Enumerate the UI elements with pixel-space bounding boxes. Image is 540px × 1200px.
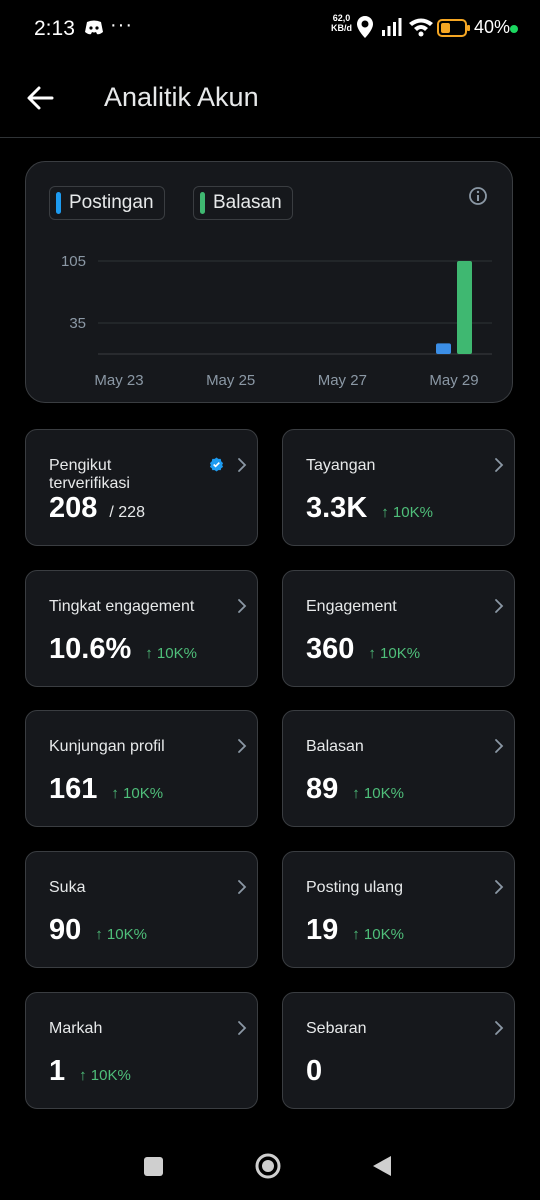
bar-balasan[interactable]	[457, 261, 472, 354]
x-tick-label: May 27	[318, 372, 367, 389]
network-speed: 62,0 KB/d	[331, 13, 352, 33]
stat-card[interactable]: Pengikut terverifikasi 208 / 228	[25, 429, 258, 546]
stat-label: Sebaran	[306, 1020, 367, 1037]
stat-value-row: 10.6% ↑ 10K%	[49, 633, 197, 666]
stat-value: 161	[49, 773, 98, 805]
stat-value-row: 0	[306, 1055, 322, 1088]
back-button[interactable]	[371, 1154, 393, 1178]
home-button[interactable]	[255, 1153, 281, 1179]
stat-value: 208	[49, 492, 98, 524]
stat-delta: ↑ 10K%	[352, 785, 404, 802]
discord-icon	[85, 20, 103, 35]
stat-card[interactable]: Kunjungan profil 161 ↑ 10K%	[25, 710, 258, 827]
chevron-right-icon	[495, 880, 504, 894]
stat-delta: ↑ 10K%	[111, 785, 164, 802]
stat-value: 360	[306, 633, 355, 665]
stat-card[interactable]: Suka 90 ↑ 10K%	[25, 851, 258, 968]
legend-postingan[interactable]: Postingan	[49, 186, 165, 220]
more-notifications-icon: ···	[110, 14, 133, 36]
wifi-icon	[409, 18, 433, 37]
network-speed-value: 62,0	[332, 13, 351, 23]
stat-value-row: 161 ↑ 10K%	[49, 773, 163, 806]
stat-value-row: 1 ↑ 10K%	[49, 1055, 131, 1088]
system-navigation-bar	[0, 1130, 540, 1200]
location-icon	[357, 16, 373, 38]
bar-postingan[interactable]	[436, 343, 451, 354]
stat-value: 19	[306, 914, 339, 946]
legend-label-balasan: Balasan	[213, 192, 282, 213]
battery-percent: 40%	[474, 17, 511, 37]
stat-label: Balasan	[306, 738, 364, 755]
stat-label: Suka	[49, 879, 86, 896]
stat-delta: ↑ 10K%	[95, 926, 147, 943]
app-header: Analitik Akun	[0, 60, 540, 138]
chevron-right-icon	[238, 1021, 247, 1035]
stat-delta: ↑ 10K%	[352, 926, 404, 943]
stat-value: 3.3K	[306, 492, 368, 524]
stat-value-row: 89 ↑ 10K%	[306, 773, 404, 806]
verified-badge-icon	[209, 457, 224, 472]
stat-value-row: 360 ↑ 10K%	[306, 633, 420, 666]
stat-label: Pengikut terverifikasi	[49, 457, 130, 492]
stat-card[interactable]: Markah 1 ↑ 10K%	[25, 992, 258, 1109]
stat-card[interactable]: Balasan 89 ↑ 10K%	[282, 710, 515, 827]
stat-label: Tingkat engagement	[49, 598, 195, 615]
chevron-right-icon	[495, 1021, 504, 1035]
stat-card[interactable]: Posting ulang 19 ↑ 10K%	[282, 851, 515, 968]
stat-value: 89	[306, 773, 339, 805]
stat-delta: ↑ 10K%	[368, 645, 421, 662]
stat-label: Kunjungan profil	[49, 738, 165, 755]
legend-swatch-balasan	[200, 192, 205, 214]
info-icon[interactable]	[468, 186, 488, 206]
stat-card[interactable]: Tingkat engagement 10.6% ↑ 10K%	[25, 570, 258, 687]
y-tick-label: 105	[61, 253, 86, 270]
stat-label: Posting ulang	[306, 879, 403, 896]
status-dot	[510, 25, 518, 33]
stat-delta: ↑ 10K%	[79, 1067, 131, 1084]
stat-value: 0	[306, 1055, 323, 1087]
stat-value-row: 208 / 228	[49, 492, 145, 525]
stat-value: 10.6%	[49, 633, 132, 665]
chevron-right-icon	[238, 599, 247, 613]
stat-label: Engagement	[306, 598, 397, 615]
stat-value-row: 3.3K ↑ 10K%	[306, 492, 433, 525]
battery-icon	[437, 19, 470, 37]
network-speed-unit: KB/d	[331, 23, 352, 33]
stat-delta: ↑ 10K%	[381, 504, 433, 521]
y-tick-label: 35	[69, 315, 86, 332]
chevron-right-icon	[238, 739, 247, 753]
status-bar: 2:13 ··· 62,0 KB/d 40%	[0, 0, 540, 60]
x-tick-label: May 23	[94, 372, 143, 389]
status-time: 2:13	[34, 17, 75, 40]
stat-delta: ↑ 10K%	[145, 645, 197, 662]
chevron-right-icon	[238, 880, 247, 894]
stat-card[interactable]: Sebaran 0	[282, 992, 515, 1109]
x-tick-label: May 25	[206, 372, 255, 389]
legend-swatch-postingan	[56, 192, 61, 214]
chevron-right-icon	[495, 458, 504, 472]
stat-value-row: 90 ↑ 10K%	[49, 914, 147, 947]
stat-value: 90	[49, 914, 82, 946]
chevron-right-icon	[495, 739, 504, 753]
stat-label: Markah	[49, 1020, 103, 1037]
legend-balasan[interactable]: Balasan	[193, 186, 293, 220]
recent-apps-button[interactable]	[144, 1157, 163, 1176]
stat-total: / 228	[109, 504, 145, 521]
back-arrow-icon[interactable]	[26, 84, 54, 112]
chevron-right-icon	[238, 458, 247, 472]
stat-label: Tayangan	[306, 457, 376, 474]
legend-label-postingan: Postingan	[69, 192, 154, 213]
x-tick-label: May 29	[429, 372, 478, 389]
stat-card[interactable]: Engagement 360 ↑ 10K%	[282, 570, 515, 687]
stat-card[interactable]: Tayangan 3.3K ↑ 10K%	[282, 429, 515, 546]
chart-card: 105 35 May 23 May 25 May 27 May 29 Postingan …	[25, 161, 513, 403]
stat-value-row: 19 ↑ 10K%	[306, 914, 404, 947]
signal-icon	[382, 18, 402, 36]
stat-value: 1	[49, 1055, 66, 1087]
chevron-right-icon	[495, 599, 504, 613]
page-title: Analitik Akun	[104, 82, 259, 112]
